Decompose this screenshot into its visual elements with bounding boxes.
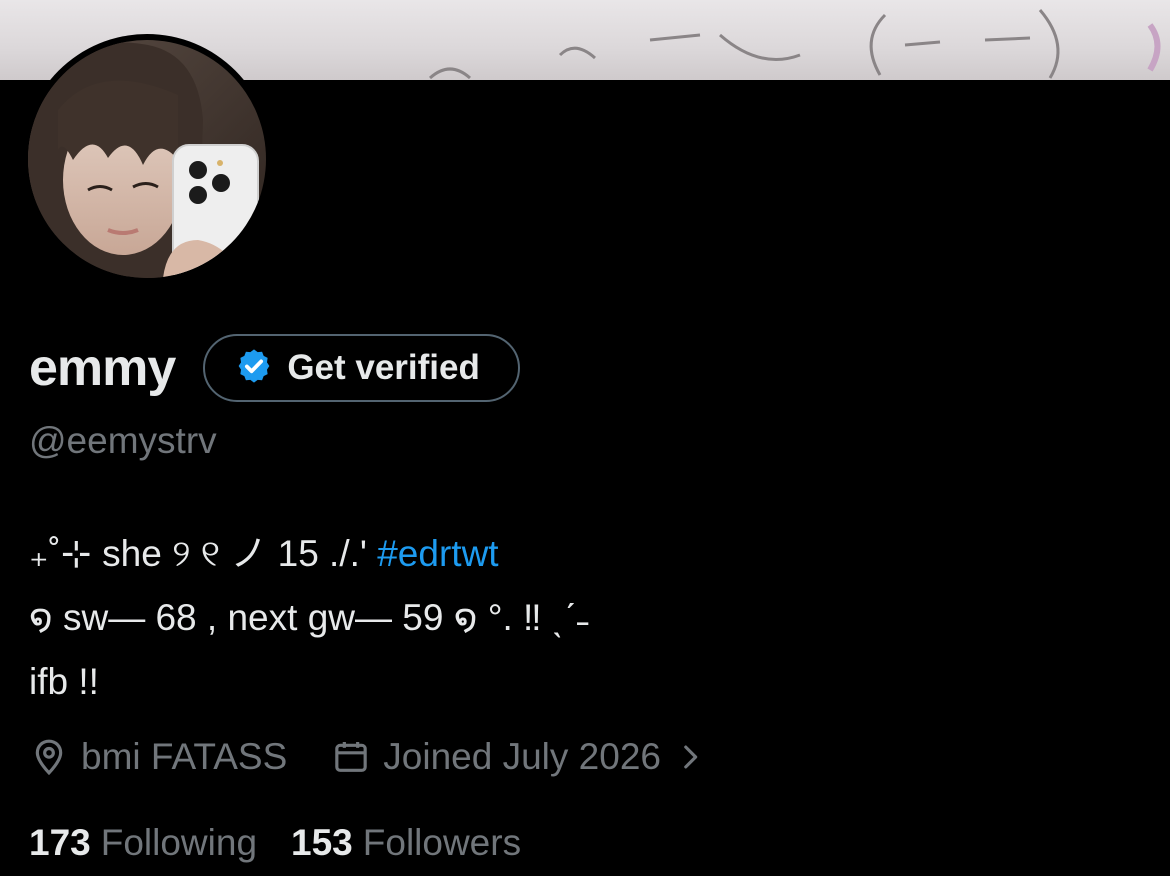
bio: ₊˚⊹ she ୨ ୧ ノ 15 ./.' #edrtwt ໑ sw— 68 ,… — [29, 522, 589, 714]
bio-line-1: ₊˚⊹ she ୨ ୧ ノ 15 ./.' #edrtwt — [29, 522, 589, 586]
joined-text: Joined July 2026 — [383, 736, 661, 777]
chevron-right-icon — [684, 745, 698, 769]
followers-link[interactable]: 153 Followers — [291, 822, 521, 864]
get-verified-button[interactable]: Get verified — [203, 334, 520, 402]
bio-line-2: ໑ sw— 68 , next gw— 59 ໑ °. ‼︎ ˎˊ˗ — [29, 597, 589, 638]
hashtag-link[interactable]: #edrtwt — [377, 533, 498, 574]
verified-badge-icon — [235, 347, 273, 390]
display-name: emmy — [29, 339, 176, 397]
avatar[interactable] — [28, 40, 266, 278]
location-text: bmi FATASS — [81, 736, 288, 777]
followers-count: 153 — [291, 822, 353, 863]
profile-meta: bmi FATASS Joined July 2026 — [29, 732, 707, 782]
location-item: bmi FATASS — [29, 736, 287, 778]
joined-item[interactable]: Joined July 2026 — [331, 736, 707, 778]
following-label: Following — [100, 822, 258, 863]
followers-label: Followers — [362, 822, 522, 863]
location-pin-icon — [35, 739, 63, 776]
profile-stats: 173 Following 153 Followers — [29, 818, 521, 868]
bio-line-3: ifb !! — [29, 661, 99, 702]
handle: @eemystrv — [29, 420, 217, 461]
following-link[interactable]: 173 Following — [29, 822, 257, 864]
name-row: emmy Get verified — [29, 332, 520, 404]
following-count: 173 — [29, 822, 91, 863]
bio-line-1-text: ₊˚⊹ she ୨ ୧ ノ 15 ./.' — [29, 533, 378, 574]
calendar-icon — [335, 742, 368, 772]
get-verified-label: Get verified — [287, 348, 480, 387]
